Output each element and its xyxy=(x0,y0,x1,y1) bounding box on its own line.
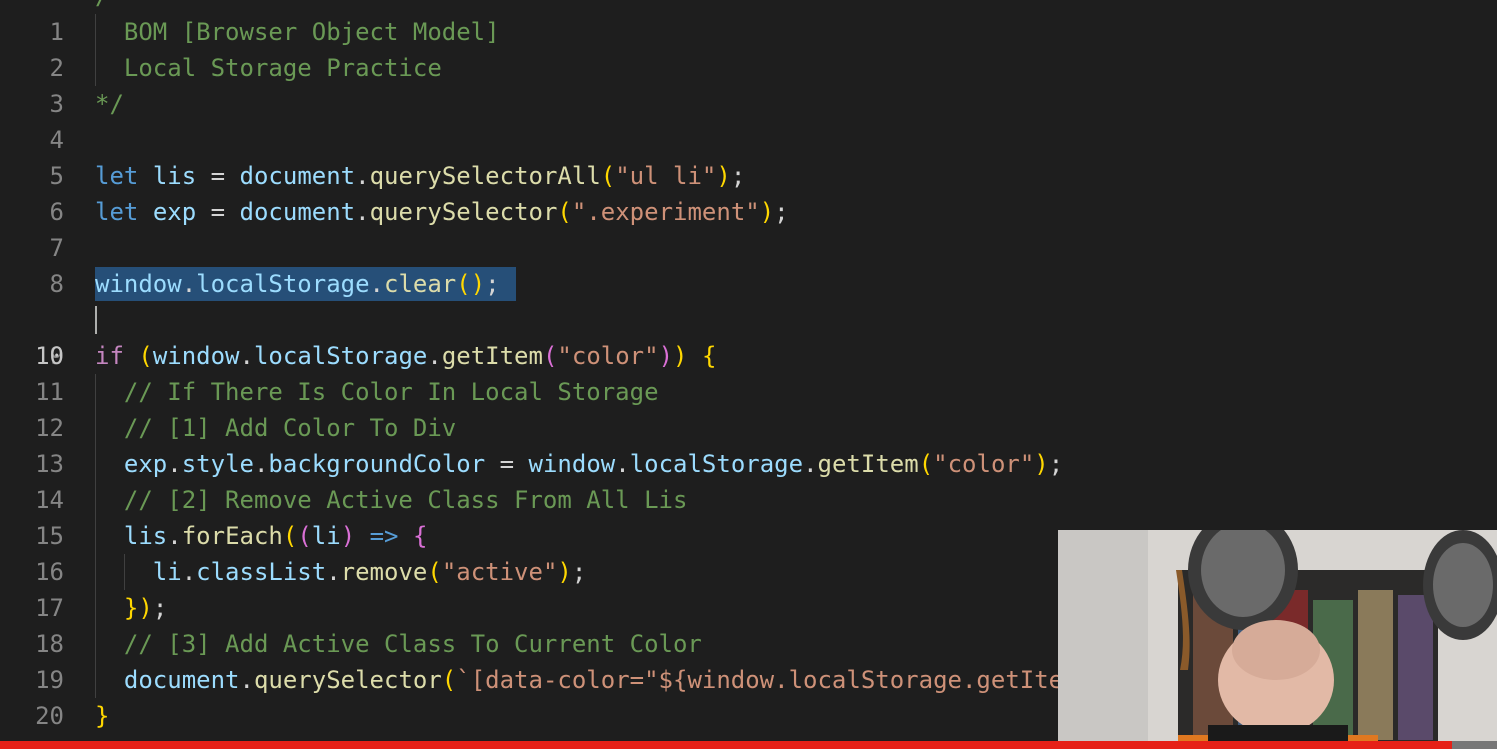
line-code: // If There Is Color In Local Storage xyxy=(95,378,659,406)
code-line: 8 xyxy=(0,230,1497,298)
code-line: 12 // If There Is Color In Local Storage xyxy=(0,374,1497,442)
line-code: Local Storage Practice xyxy=(95,54,442,82)
code-line: 6 let lis = document.querySelectorAll("u… xyxy=(0,158,1497,226)
line-code: // [3] Add Active Class To Current Color xyxy=(95,630,702,658)
webcam-image xyxy=(1058,530,1497,749)
code-line-selected: 9 window.localStorage.clear(); xyxy=(0,266,1497,370)
line-code: }); xyxy=(123,594,168,622)
code-line: 4 */ xyxy=(0,86,1497,154)
video-progress-remaining[interactable] xyxy=(1452,741,1497,749)
code-line: 1 /* xyxy=(0,0,1497,46)
line-code: let exp = document.querySelector(".exper… xyxy=(95,198,789,226)
code-line: 7 let exp = document.querySelector(".exp… xyxy=(0,194,1497,262)
video-frame: 1 /* 2 BOM [Browser Object Model] 3 Loca… xyxy=(0,0,1497,749)
line-code: lis.forEach((li) => { xyxy=(123,522,428,550)
line-code: } xyxy=(95,702,110,730)
code-line-active: 10 xyxy=(0,302,1497,370)
code-line: 5 xyxy=(0,122,1497,190)
code-line: 2 BOM [Browser Object Model] xyxy=(0,14,1497,82)
line-code: if (window.localStorage.getItem("color")… xyxy=(95,342,717,370)
video-progress-bar[interactable] xyxy=(0,741,1497,749)
line-code: let lis = document.querySelectorAll("ul … xyxy=(95,162,746,190)
line-code: li.classList.remove("active"); xyxy=(152,558,587,586)
code-line: 3 Local Storage Practice xyxy=(0,50,1497,118)
code-line: 11 if (window.localStorage.getItem("colo… xyxy=(0,338,1497,406)
line-code: exp.style.backgroundColor = window.local… xyxy=(123,450,1064,478)
text-cursor xyxy=(95,306,97,334)
line-code: window.localStorage.clear(); xyxy=(95,270,500,298)
line-code: */ xyxy=(95,90,124,118)
webcam-overlay xyxy=(1058,530,1497,749)
line-code: // [1] Add Color To Div xyxy=(95,414,457,442)
line-code: /* xyxy=(95,0,124,14)
line-code: BOM [Browser Object Model] xyxy=(95,18,500,46)
line-code: // [2] Remove Active Class From All Lis xyxy=(95,486,688,514)
line-code: document.querySelector(`[data-color="${w… xyxy=(123,666,1064,694)
code-line: 14 exp.style.backgroundColor = window.lo… xyxy=(0,446,1497,514)
code-line: 15 // [2] Remove Active Class From All L… xyxy=(0,482,1497,550)
code-line: 13 // [1] Add Color To Div xyxy=(0,410,1497,478)
